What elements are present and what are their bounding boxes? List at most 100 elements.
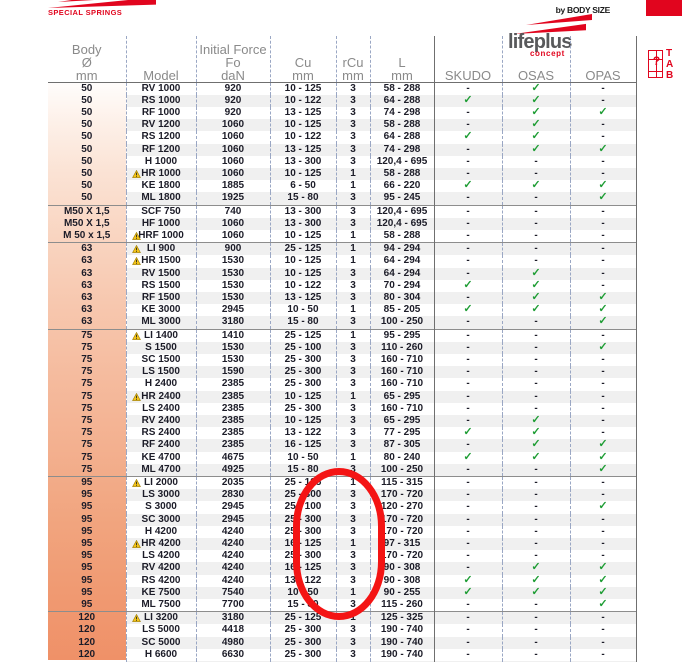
cell-body-diameter: 120 <box>48 624 126 636</box>
model-label: ML 7500 <box>141 599 180 610</box>
cell-rcu: 3 <box>336 268 370 280</box>
dash-mark: - <box>534 526 537 537</box>
cell-l: 64 - 288 <box>370 131 434 143</box>
cell-model: RF 1500 <box>126 292 196 304</box>
cell-body-diameter: 50 <box>48 168 126 180</box>
table-row: 95SC 3000294525 - 3003170 - 720--- <box>48 514 636 526</box>
cell-cu: 16 - 125 <box>270 439 336 451</box>
table-row: 95S 3000294525 - 1003120 - 270--✓ <box>48 501 636 513</box>
spec-table: Body Ø mm Model Initial Force Fo daN Cu <box>48 36 637 662</box>
tab-side-marker[interactable]: ? T A B <box>648 48 680 86</box>
cell-body-diameter: 63 <box>48 280 126 292</box>
cell-l: 80 - 240 <box>370 452 434 464</box>
cell-model: RS 1000 <box>126 95 196 107</box>
cell-opas: - <box>570 378 636 390</box>
model-label: HR 1500 <box>141 255 180 266</box>
warning-triangle-icon <box>132 393 141 401</box>
cell-rcu: 3 <box>336 316 370 329</box>
cell-model: RS 4200 <box>126 575 196 587</box>
dash-mark: - <box>601 218 604 229</box>
cell-cu: 25 - 100 <box>270 342 336 354</box>
dash-mark: - <box>601 526 604 537</box>
cell-skudo: - <box>434 107 502 119</box>
cell-rcu: 3 <box>336 637 370 649</box>
cell-initial-force: 6630 <box>196 649 270 661</box>
cell-skudo: - <box>434 649 502 661</box>
warning-triangle-icon <box>132 540 141 548</box>
table-row: 75ML 4700492515 - 803100 - 250--✓ <box>48 464 636 477</box>
check-icon: ✓ <box>463 279 472 291</box>
cell-initial-force: 4925 <box>196 464 270 477</box>
cell-skudo: - <box>434 255 502 267</box>
cell-l: 190 - 740 <box>370 649 434 661</box>
cell-body-diameter: 63 <box>48 268 126 280</box>
cell-rcu: 3 <box>336 415 370 427</box>
cell-opas: - <box>570 514 636 526</box>
cell-skudo: - <box>434 156 502 168</box>
dash-mark: - <box>534 403 537 414</box>
cell-l: 58 - 288 <box>370 168 434 180</box>
cell-body-diameter: 75 <box>48 403 126 415</box>
cell-osas: ✓ <box>502 304 570 316</box>
cell-osas: - <box>502 526 570 538</box>
cell-body-diameter: 75 <box>48 342 126 354</box>
cell-opas: - <box>570 366 636 378</box>
model-label: RF 1200 <box>142 144 180 155</box>
check-icon: ✓ <box>463 303 472 315</box>
cell-body-diameter: 95 <box>48 562 126 574</box>
cell-osas: - <box>502 342 570 354</box>
cell-l: 125 - 325 <box>370 612 434 625</box>
cell-model: HR 1500 <box>126 255 196 267</box>
model-label: SC 3000 <box>142 514 181 525</box>
table-row: 63RV 1500153010 - 125364 - 294-✓- <box>48 268 636 280</box>
dash-mark: - <box>601 477 604 488</box>
table-row: 50KE 180018856 - 50166 - 220✓✓✓ <box>48 180 636 192</box>
table-row: 63RS 1500153010 - 122370 - 294✓✓- <box>48 280 636 292</box>
dash-mark: - <box>534 612 537 623</box>
cell-opas: - <box>570 526 636 538</box>
cell-skudo: ✓ <box>434 587 502 599</box>
cell-l: 115 - 315 <box>370 477 434 490</box>
cell-osas: - <box>502 489 570 501</box>
table-row: 50RS 100092010 - 122364 - 288✓✓- <box>48 95 636 107</box>
cell-l: 170 - 720 <box>370 550 434 562</box>
dash-mark: - <box>466 230 469 241</box>
cell-l: 85 - 205 <box>370 304 434 316</box>
dash-mark: - <box>601 550 604 561</box>
dash-mark: - <box>534 206 537 217</box>
cell-cu: 15 - 80 <box>270 464 336 477</box>
cell-body-diameter: 95 <box>48 538 126 550</box>
model-label: RF 1500 <box>142 292 180 303</box>
cell-opas: - <box>570 538 636 550</box>
cell-cu: 15 - 80 <box>270 599 336 612</box>
cell-cu: 25 - 300 <box>270 649 336 661</box>
cell-opas: - <box>570 156 636 168</box>
dash-mark: - <box>466 144 469 155</box>
cell-initial-force: 2830 <box>196 489 270 501</box>
cell-opas: - <box>570 391 636 403</box>
cell-body-diameter: 50 <box>48 82 126 95</box>
cell-model: ML 7500 <box>126 599 196 612</box>
check-icon: ✓ <box>598 106 607 118</box>
cell-rcu: 3 <box>336 192 370 205</box>
table-row: 63HR 1500153010 - 125164 - 294--- <box>48 255 636 267</box>
dash-mark: - <box>534 550 537 561</box>
cell-skudo: ✓ <box>434 95 502 107</box>
spec-table-container: Body Ø mm Model Initial Force Fo daN Cu <box>48 36 636 662</box>
check-icon: ✓ <box>531 179 540 191</box>
cell-l: 170 - 720 <box>370 489 434 501</box>
cell-model: ML 4700 <box>126 464 196 477</box>
model-label: LI 900 <box>147 243 175 254</box>
cell-initial-force: 2385 <box>196 403 270 415</box>
cell-l: 65 - 295 <box>370 415 434 427</box>
warning-triangle-icon <box>132 257 141 265</box>
cell-rcu: 3 <box>336 342 370 354</box>
model-label: H 2400 <box>145 378 177 389</box>
dash-mark: - <box>601 330 604 341</box>
cell-body-diameter: 95 <box>48 514 126 526</box>
cell-initial-force: 920 <box>196 95 270 107</box>
cell-initial-force: 1530 <box>196 342 270 354</box>
cell-osas: - <box>502 637 570 649</box>
dash-mark: - <box>466 477 469 488</box>
cell-skudo: - <box>434 378 502 390</box>
